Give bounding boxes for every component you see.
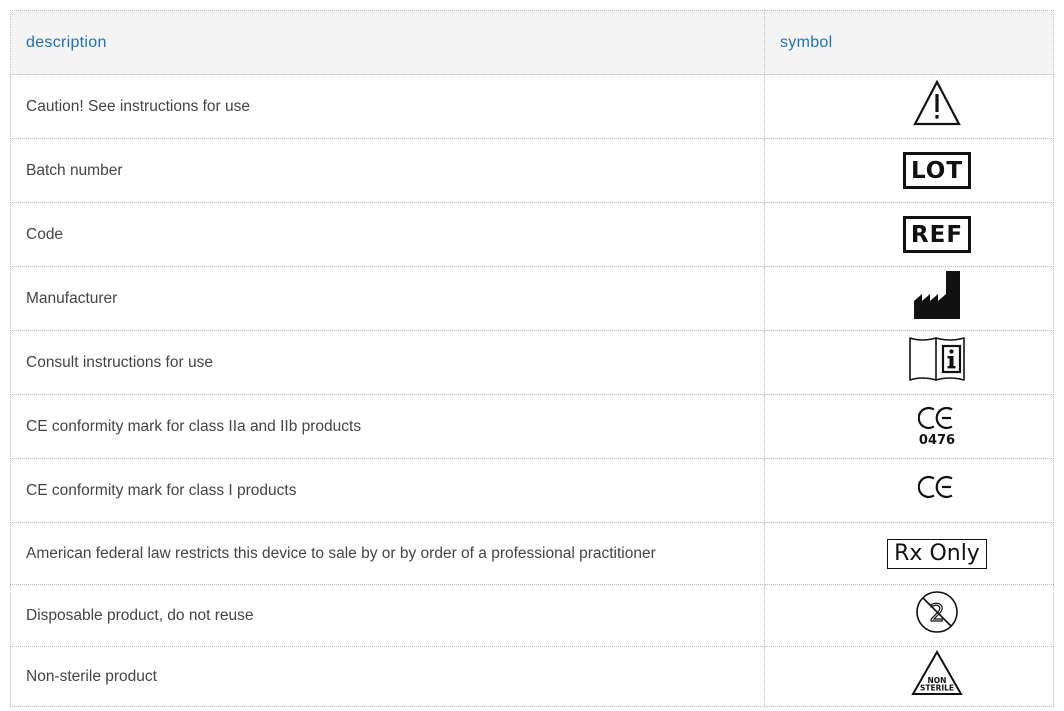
symbol-cell: REF <box>764 202 1054 267</box>
table-row: CE conformity mark for class IIa and IIb… <box>10 394 1054 459</box>
do-not-reuse-digit: 2 <box>929 599 944 627</box>
symbol-cell <box>764 458 1054 523</box>
do-not-reuse-icon: 2 <box>914 589 960 642</box>
caution-triangle-icon <box>912 79 962 134</box>
ce-mark-icon: 0476 <box>917 406 956 449</box>
symbol-cell <box>764 266 1054 331</box>
lot-symbol: LOT <box>902 152 972 189</box>
table-row: Manufacturer <box>10 266 1054 331</box>
description-cell: CE conformity mark for class IIa and IIb… <box>10 394 765 459</box>
table-row: Code REF <box>10 202 1054 267</box>
non-sterile-label-line2: STERILE <box>920 684 954 693</box>
table-row: Disposable product, do not reuse 2 <box>10 584 1054 647</box>
symbol-cell: 2 <box>764 584 1054 647</box>
symbol-cell: Rx Only <box>764 522 1054 585</box>
description-cell: Code <box>10 202 765 267</box>
table-row: American federal law restricts this devi… <box>10 522 1054 585</box>
symbol-cell <box>764 74 1054 139</box>
column-header-symbol: symbol <box>764 10 1054 75</box>
symbol-cell: LOT <box>764 138 1054 203</box>
column-header-description: description <box>10 10 765 75</box>
description-cell: Consult instructions for use <box>10 330 765 395</box>
symbol-cell: 0476 <box>764 394 1054 459</box>
table-row: Consult instructions for use <box>10 330 1054 395</box>
table-row: Batch number LOT <box>10 138 1054 203</box>
description-cell: American federal law restricts this devi… <box>10 522 765 585</box>
description-cell: Batch number <box>10 138 765 203</box>
symbol-cell: NON STERILE <box>764 646 1054 707</box>
table-header-row: description symbol <box>10 10 1054 75</box>
ce-mark-icon <box>917 475 956 506</box>
instructions-book-icon <box>907 335 967 390</box>
description-cell: Non-sterile product <box>10 646 765 707</box>
description-cell: Manufacturer <box>10 266 765 331</box>
ref-symbol: REF <box>902 216 972 253</box>
table-row: Caution! See instructions for use <box>10 74 1054 139</box>
symbols-table: description symbol Caution! See instruct… <box>10 10 1054 707</box>
description-cell: Caution! See instructions for use <box>10 74 765 139</box>
table-row: CE conformity mark for class I products <box>10 458 1054 523</box>
description-cell: CE conformity mark for class I products <box>10 458 765 523</box>
manufacturer-factory-icon <box>912 269 962 328</box>
symbol-cell <box>764 330 1054 395</box>
description-cell: Disposable product, do not reuse <box>10 584 765 647</box>
table-row: Non-sterile product NON STERILE <box>10 646 1054 707</box>
ce-notified-body-number: 0476 <box>918 433 956 449</box>
rx-only-symbol: Rx Only <box>887 538 987 569</box>
non-sterile-triangle-icon: NON STERILE <box>911 649 963 703</box>
